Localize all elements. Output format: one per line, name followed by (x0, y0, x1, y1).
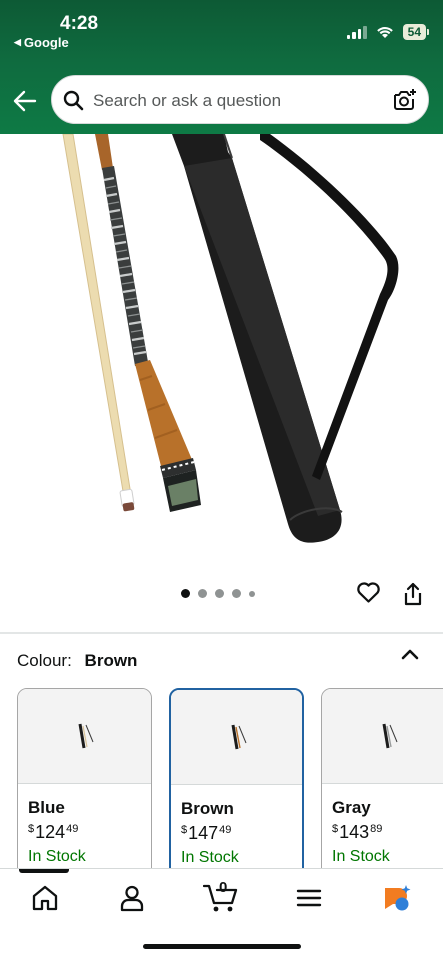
heart-icon[interactable] (356, 580, 381, 605)
stock-status: In Stock (332, 848, 390, 865)
cart-button[interactable]: 0 (202, 879, 239, 913)
carousel-dot-5[interactable] (249, 590, 255, 597)
back-arrow-icon[interactable] (12, 88, 38, 114)
swatch-name: Gray (332, 798, 371, 817)
swatch-name: Brown (181, 799, 234, 818)
colour-option-gray[interactable]: Gray $14389 In Stock (321, 688, 443, 878)
active-tab-indicator (19, 869, 69, 873)
stock-status: In Stock (28, 848, 86, 865)
swatch-price: $12449 (28, 822, 79, 842)
product-image[interactable] (0, 134, 443, 574)
wifi-icon (376, 27, 393, 38)
swatch-image (171, 690, 302, 785)
cue-thumbnail-icon (382, 723, 398, 749)
return-app-label: Google (23, 35, 69, 50)
swatch-image (322, 689, 443, 784)
search-icon (63, 90, 84, 111)
rufus-assistant-icon[interactable] (381, 883, 411, 913)
battery-icon: 54 (402, 24, 429, 40)
status-time: 4:28 (60, 13, 99, 34)
cue-thumbnail-icon (78, 723, 94, 749)
carousel-dot-1[interactable] (181, 589, 190, 598)
home-indicator (143, 944, 301, 949)
back-triangle-icon: ◀ (14, 37, 21, 47)
home-icon[interactable] (30, 883, 60, 913)
carousel-dot-4[interactable] (232, 589, 241, 598)
swatch-image (18, 689, 151, 784)
swatch-price: $14749 (181, 823, 232, 843)
section-divider (0, 632, 443, 634)
cellular-signal-icon (346, 25, 367, 39)
stock-status: In Stock (181, 849, 239, 866)
image-carousel-dots[interactable] (181, 589, 255, 598)
menu-icon[interactable] (294, 883, 324, 913)
account-icon[interactable] (117, 883, 147, 913)
colour-option-blue[interactable]: Blue $12449 In Stock (17, 688, 152, 878)
colour-selector-header[interactable]: Colour: Brown (17, 651, 137, 671)
pool-cue-and-case-image (62, 134, 399, 543)
share-icon[interactable] (402, 582, 424, 606)
battery-level: 54 (402, 24, 426, 40)
status-icons: 54 (346, 24, 429, 40)
app-header: 4:28 ◀ Google 54 Search or ask a questio… (0, 0, 443, 134)
cart-count: 0 (219, 879, 228, 896)
search-input[interactable]: Search or ask a question (93, 91, 281, 111)
camera-search-icon[interactable] (392, 88, 416, 112)
colour-option-brown[interactable]: Brown $14749 In Stock (169, 688, 304, 878)
swatch-price: $14389 (332, 822, 383, 842)
cue-thumbnail-icon (231, 724, 247, 750)
return-to-app-link[interactable]: ◀ Google (14, 35, 69, 50)
carousel-dot-3[interactable] (215, 589, 224, 598)
selected-colour: Brown (84, 651, 138, 670)
search-bar[interactable]: Search or ask a question (51, 75, 429, 124)
chevron-up-icon[interactable] (400, 647, 420, 661)
colour-label: Colour: (17, 651, 72, 670)
swatch-name: Blue (28, 798, 65, 817)
carousel-dot-2[interactable] (198, 589, 207, 598)
